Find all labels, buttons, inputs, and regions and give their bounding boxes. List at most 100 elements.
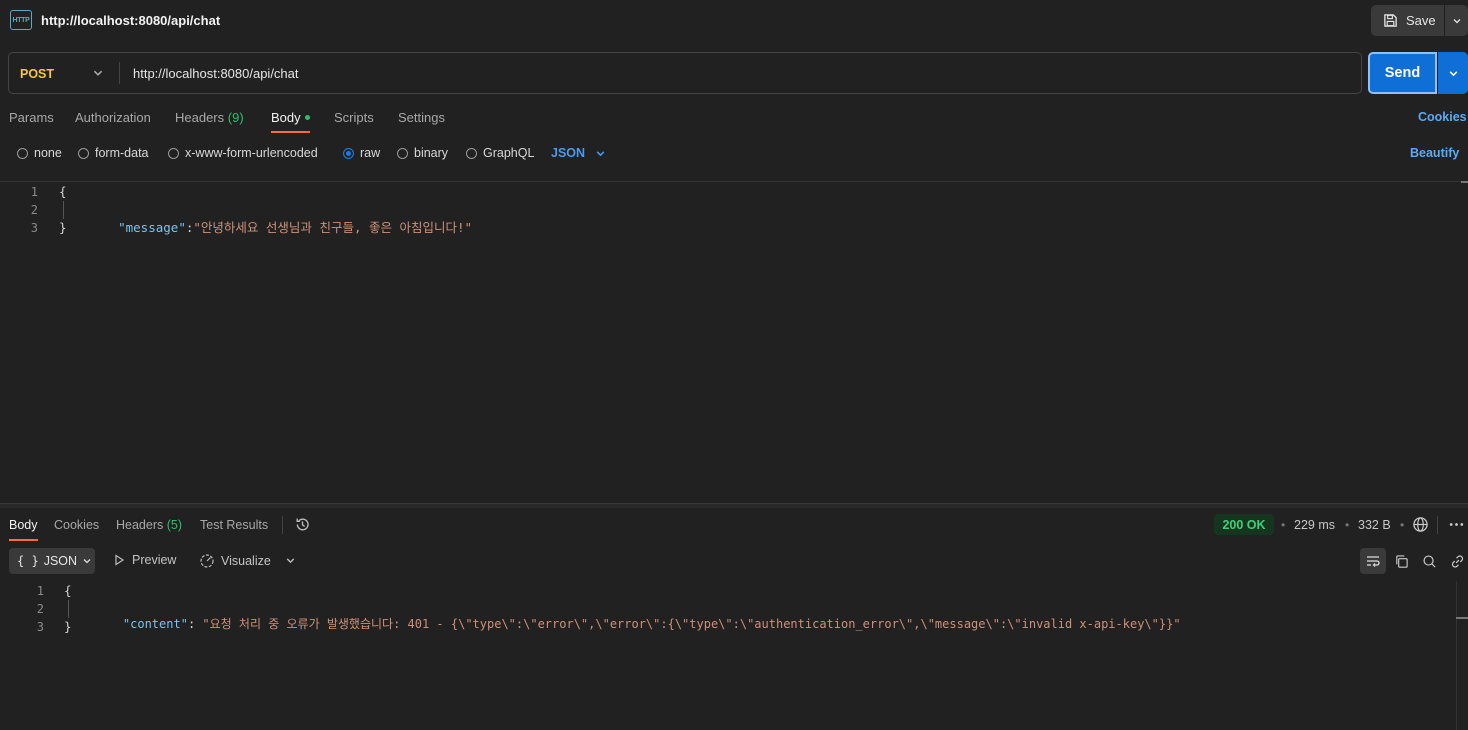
response-scrollbar[interactable]: [1456, 581, 1468, 730]
history-icon[interactable]: [294, 516, 311, 533]
json-colon: :: [187, 617, 203, 631]
link-icon: [1451, 554, 1463, 568]
request-body-editor[interactable]: 1 2 3 { "message":"안녕하세요 선생님과 친구들, 좋은 아침…: [0, 181, 1468, 503]
chevron-down-icon[interactable]: [92, 67, 104, 79]
copy-button[interactable]: [1393, 553, 1409, 569]
editor-scrollbar[interactable]: [1461, 181, 1468, 201]
tab-body-label: Body: [271, 110, 301, 125]
tab-body[interactable]: Body: [271, 110, 310, 125]
scrollbar-thumb[interactable]: [1456, 617, 1468, 619]
response-time[interactable]: 229 ms: [1294, 518, 1335, 532]
radio-circle: [168, 147, 179, 159]
tab-authorization[interactable]: Authorization: [75, 110, 151, 125]
tab-params[interactable]: Params: [9, 110, 54, 125]
json-value: "요청 처리 중 오류가 발생했습니다: 401 - {\"type\":\"e…: [202, 617, 1181, 631]
headers-count: (9): [227, 110, 244, 125]
chevron-down-icon: [83, 559, 91, 564]
tab-settings[interactable]: Settings: [398, 110, 445, 125]
response-tab-headers-label: Headers: [116, 518, 164, 532]
response-tab-body[interactable]: Body: [9, 518, 38, 532]
wrap-lines-button[interactable]: [1360, 548, 1386, 574]
visualize-button[interactable]: Visualize: [199, 553, 271, 569]
cookies-link[interactable]: Cookies: [1418, 110, 1467, 124]
tab-headers[interactable]: Headers (9): [175, 110, 244, 125]
line-number: 3: [36, 620, 44, 634]
play-icon: [115, 554, 125, 566]
body-indicator-dot: [304, 115, 310, 121]
radio-circle-selected: [343, 147, 354, 159]
separator-dot: •: [1400, 518, 1405, 532]
radio-urlencoded[interactable]: x-www-form-urlencoded: [168, 146, 318, 160]
chevron-down-icon[interactable]: [285, 555, 296, 566]
status-badge[interactable]: 200 OK: [1214, 514, 1274, 535]
beautify-button[interactable]: Beautify: [1410, 146, 1459, 160]
link-button[interactable]: [1449, 553, 1465, 569]
radio-circle: [397, 147, 408, 159]
top-bar: HTTP http://localhost:8080/api/chat Save: [0, 0, 1468, 42]
url-bar: POST http://localhost:8080/api/chat: [8, 52, 1362, 94]
search-button[interactable]: [1421, 553, 1437, 569]
radio-circle: [78, 147, 89, 159]
tab-scripts[interactable]: Scripts: [334, 110, 374, 125]
code-brace-close: }: [64, 619, 72, 634]
pane-resize-handle[interactable]: [0, 503, 1468, 508]
wrap-lines-icon: [1367, 556, 1380, 567]
method-select[interactable]: POST: [20, 67, 54, 81]
radio-label: none: [34, 146, 62, 160]
search-icon: [1422, 554, 1436, 568]
format-label: JSON: [551, 146, 586, 160]
radio-graphql[interactable]: GraphQL: [466, 146, 534, 160]
separator-dot: •: [1281, 518, 1286, 532]
line-number: 3: [30, 221, 38, 235]
response-tab-cookies[interactable]: Cookies: [54, 518, 99, 532]
visualize-label: Visualize: [221, 554, 271, 568]
radio-label: GraphQL: [483, 146, 535, 160]
globe-icon[interactable]: [1412, 516, 1429, 533]
radio-binary[interactable]: binary: [397, 146, 448, 160]
radio-form-data[interactable]: form-data: [78, 146, 149, 160]
raw-format-select[interactable]: JSON: [551, 146, 606, 160]
radio-label: binary: [414, 146, 449, 160]
active-tab-indicator: [271, 131, 310, 133]
json-key: "content": [122, 617, 188, 631]
chevron-down-icon: [1449, 70, 1457, 76]
visualize-icon: [200, 554, 214, 568]
chevron-down-icon: [596, 150, 605, 156]
url-input[interactable]: http://localhost:8080/api/chat: [133, 66, 299, 81]
response-headers-count: (5): [166, 518, 183, 532]
response-tab-test-results[interactable]: Test Results: [200, 518, 268, 532]
line-number: 2: [30, 203, 38, 217]
response-format-select[interactable]: { } JSON: [9, 548, 95, 574]
json-key: "message": [118, 220, 186, 235]
more-options-icon[interactable]: [1448, 517, 1465, 532]
format-label: JSON: [43, 554, 78, 568]
send-button[interactable]: Send: [1368, 52, 1437, 94]
divider: [119, 62, 120, 84]
code-brace-open: {: [59, 184, 67, 199]
response-size[interactable]: 332 B: [1358, 518, 1391, 532]
radio-label: raw: [360, 146, 381, 160]
request-title[interactable]: http://localhost:8080/api/chat: [41, 13, 220, 28]
save-options-button[interactable]: [1445, 5, 1468, 36]
code-line: "content": "요청 처리 중 오류가 발생했습니다: 401 - {\…: [94, 601, 1181, 646]
preview-label: Preview: [132, 553, 177, 567]
radio-label: x-www-form-urlencoded: [185, 146, 318, 160]
code-brace-close: }: [59, 220, 67, 235]
line-number: 1: [36, 584, 44, 598]
preview-button[interactable]: Preview: [113, 553, 176, 567]
response-body-viewer[interactable]: 1 2 3 { "content": "요청 처리 중 오류가 발생했습니다: …: [0, 581, 1456, 730]
separator-dot: •: [1345, 518, 1350, 532]
save-icon: [1384, 14, 1397, 27]
json-braces-icon: { }: [17, 554, 39, 568]
response-tab-headers[interactable]: Headers (5): [116, 518, 182, 532]
indent-guide: [68, 600, 69, 618]
radio-circle: [17, 147, 28, 159]
code-line: "message":"안녕하세요 선생님과 친구들, 좋은 아침입니다!": [88, 202, 472, 251]
send-options-button[interactable]: [1438, 52, 1468, 94]
radio-raw[interactable]: raw: [343, 146, 380, 160]
radio-none[interactable]: none: [17, 146, 62, 160]
copy-icon: [1395, 554, 1408, 568]
divider: [282, 516, 283, 534]
save-button[interactable]: Save: [1371, 5, 1444, 36]
radio-label: form-data: [95, 146, 149, 160]
